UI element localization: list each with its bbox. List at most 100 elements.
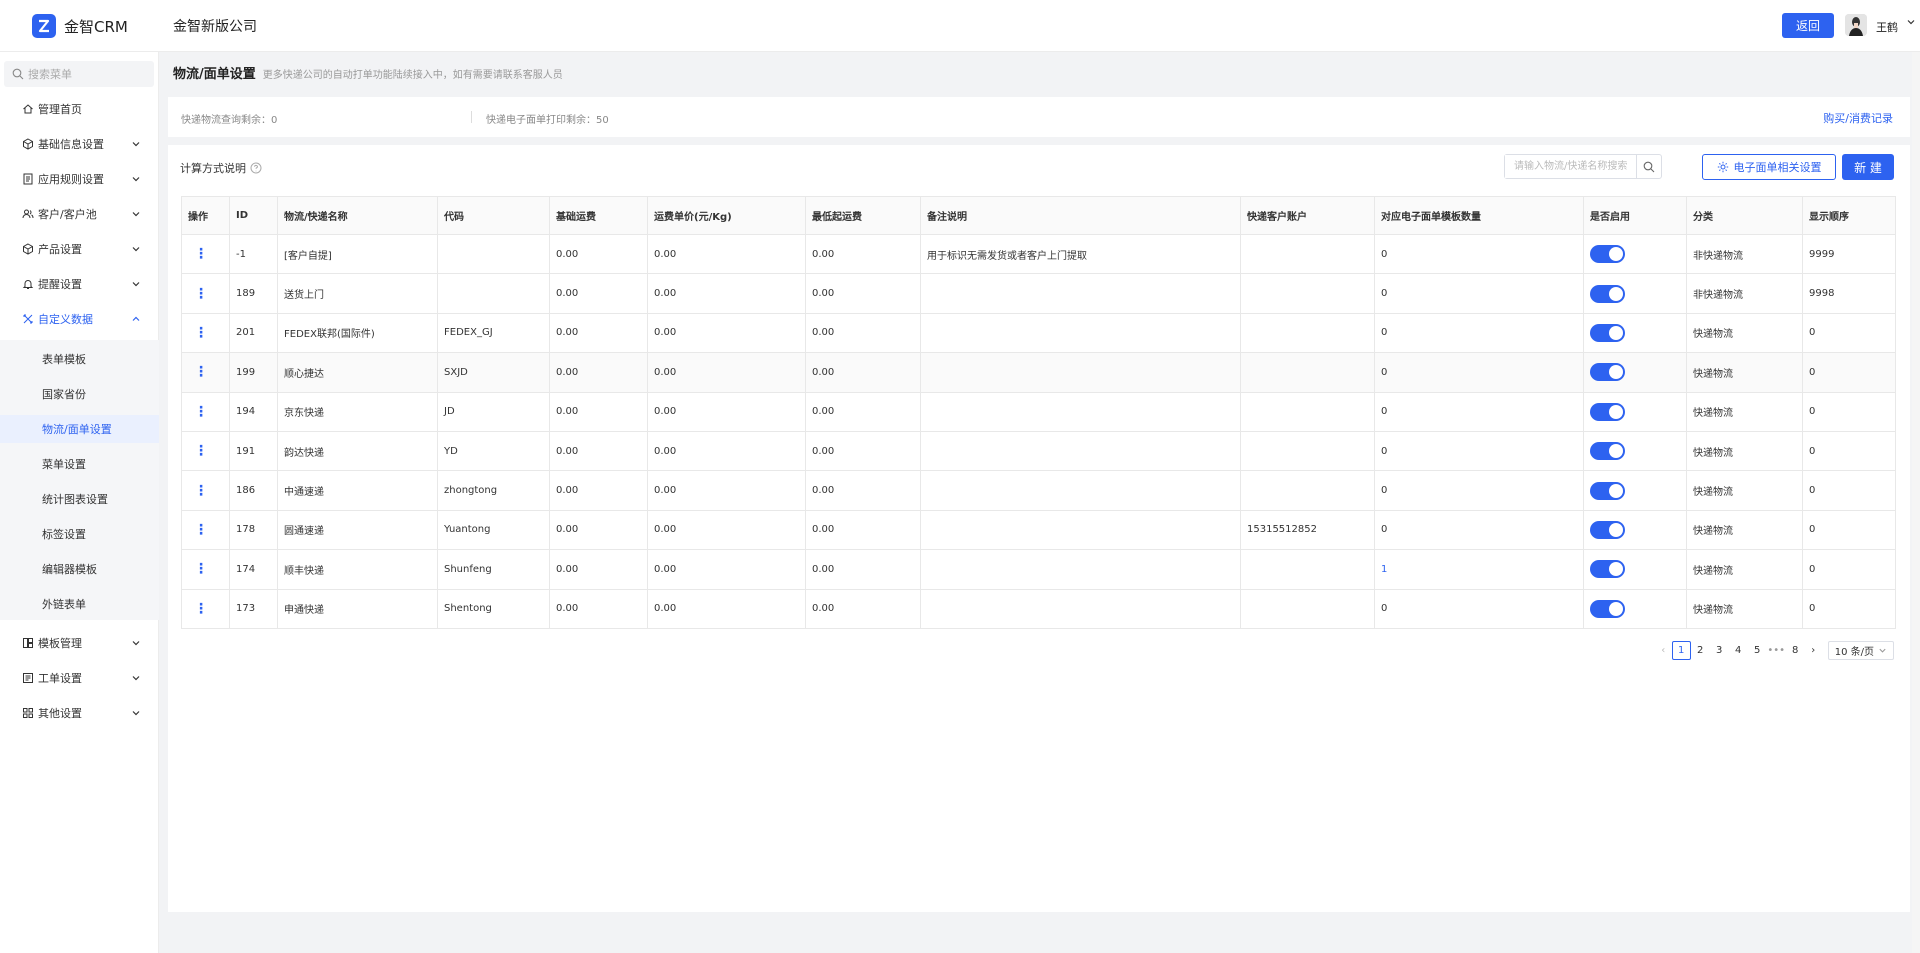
- vertical-scrollbar[interactable]: [1912, 52, 1920, 953]
- sidebar-subitem-charts[interactable]: 统计图表设置: [0, 485, 159, 513]
- enabled-toggle[interactable]: [1590, 560, 1625, 579]
- cell-category: 快递物流: [1686, 391, 1803, 432]
- prev-page-button[interactable]: ‹: [1655, 645, 1672, 656]
- enabled-toggle[interactable]: [1590, 363, 1625, 382]
- menu-search-input[interactable]: [28, 67, 148, 81]
- sidebar-subitem-form-templates[interactable]: 表单模板: [0, 345, 159, 373]
- table-row[interactable]: ⋮ 173 申通快递 Shentong 0.00 0.00 0.00 0 快递物流 0: [181, 588, 1896, 629]
- cell-code: [437, 233, 550, 275]
- cell-base: 0.00: [549, 430, 648, 472]
- calc-method-help[interactable]: 计算方式说明: [180, 160, 262, 176]
- row-actions-menu[interactable]: ⋮: [181, 509, 230, 551]
- sidebar-item-label: 产品设置: [38, 243, 82, 256]
- next-page-button[interactable]: ›: [1805, 645, 1822, 656]
- sidebar-subitem-countries[interactable]: 国家省份: [0, 380, 159, 408]
- table-row[interactable]: ⋮ 194 京东快递 JD 0.00 0.00 0.00 0 快递物流 0: [181, 391, 1896, 432]
- search-icon: [1643, 161, 1655, 172]
- row-actions-menu[interactable]: ⋮: [181, 352, 230, 393]
- chevron-down-icon[interactable]: [1906, 17, 1916, 30]
- row-actions-menu[interactable]: ⋮: [181, 233, 230, 275]
- table-row[interactable]: ⋮ 191 韵达快递 YD 0.00 0.00 0.00 0 快递物流 0: [181, 430, 1896, 472]
- sidebar-subitem-logistics[interactable]: 物流/面单设置: [0, 415, 159, 443]
- sidebar-item-label: 提醒设置: [38, 278, 82, 291]
- cell-id: 199: [229, 352, 278, 393]
- sidebar-item-home[interactable]: 管理首页: [0, 96, 159, 122]
- new-button[interactable]: 新 建: [1842, 154, 1894, 180]
- table-row[interactable]: ⋮ -1 [客户自提] 0.00 0.00 0.00 用于标识无需发货或者客户上门提取 0 非快…: [181, 233, 1896, 275]
- row-actions-menu[interactable]: ⋮: [181, 430, 230, 472]
- avatar[interactable]: [1845, 14, 1867, 36]
- enabled-toggle[interactable]: [1590, 520, 1625, 539]
- enabled-toggle[interactable]: [1590, 442, 1625, 461]
- table-row[interactable]: ⋮ 199 顺心捷达 SXJD 0.00 0.00 0.00 0 快递物流 0: [181, 352, 1896, 393]
- enabled-toggle[interactable]: [1590, 323, 1625, 342]
- sidebar-subitem-external-forms[interactable]: 外链表单: [0, 590, 159, 618]
- enabled-toggle[interactable]: [1590, 481, 1625, 500]
- sidebar-item-label: 管理首页: [38, 103, 82, 116]
- eface-settings-label: 电子面单相关设置: [1733, 161, 1822, 174]
- row-actions-menu[interactable]: ⋮: [181, 588, 230, 629]
- print-quota-label: 快递电子面单打印剩余：: [486, 115, 596, 126]
- table-row[interactable]: ⋮ 201 FEDEX联邦(国际件) FEDEX_GJ 0.00 0.00 0.00 0 快递物…: [181, 312, 1896, 354]
- sidebar-subitem-editor-templates[interactable]: 编辑器模板: [0, 555, 159, 583]
- page-5-button[interactable]: 5: [1748, 641, 1767, 660]
- row-actions-menu[interactable]: ⋮: [181, 391, 230, 432]
- page-3-button[interactable]: 3: [1710, 641, 1729, 660]
- page-1-button[interactable]: 1: [1671, 641, 1691, 660]
- row-actions-menu[interactable]: ⋮: [181, 470, 230, 511]
- cell-templates: 0: [1374, 470, 1584, 511]
- table-row[interactable]: ⋮ 189 送货上门 0.00 0.00 0.00 0 非快递物流 9998: [181, 273, 1896, 314]
- enabled-toggle[interactable]: [1590, 402, 1625, 421]
- gear-icon: [1717, 161, 1728, 173]
- sidebar-item-tickets[interactable]: 工单设置: [0, 665, 159, 691]
- sidebar-item-basic-info[interactable]: 基础信息设置: [0, 131, 159, 157]
- page-ellipsis[interactable]: •••: [1767, 641, 1786, 660]
- logistics-search[interactable]: [1504, 154, 1662, 179]
- page-4-button[interactable]: 4: [1729, 641, 1748, 660]
- sidebar-subitem-menu[interactable]: 菜单设置: [0, 450, 159, 478]
- query-quota-label: 快递物流查询剩余：: [181, 115, 271, 126]
- column-header: 备注说明: [920, 196, 1241, 235]
- enabled-toggle[interactable]: [1590, 599, 1625, 618]
- sidebar-item-label: 客户/客户池: [38, 208, 97, 221]
- app-logo[interactable]: 金智CRM: [32, 14, 128, 38]
- row-actions-menu[interactable]: ⋮: [181, 273, 230, 314]
- row-actions-menu[interactable]: ⋮: [181, 312, 230, 354]
- cell-name: FEDEX联邦(国际件): [277, 312, 438, 354]
- cell-account: [1240, 470, 1375, 511]
- sidebar-item-customers[interactable]: 客户/客户池: [0, 201, 159, 227]
- question-circle-icon[interactable]: [250, 162, 262, 174]
- sidebar-item-custom-data[interactable]: 自定义数据: [0, 306, 159, 332]
- enabled-toggle[interactable]: [1590, 284, 1625, 303]
- cell-id: 186: [229, 470, 278, 511]
- menu-search[interactable]: [4, 61, 154, 87]
- table-row[interactable]: ⋮ 178 圆通速递 Yuantong 0.00 0.00 0.00 15315512852 0…: [181, 509, 1896, 551]
- sidebar-item-reminders[interactable]: 提醒设置: [0, 271, 159, 297]
- user-name[interactable]: 王鹤: [1876, 19, 1898, 35]
- sidebar: 管理首页 基础信息设置 应用规则设置 客户/客户池 产品设置 提醒设置 自定义数…: [0, 52, 159, 953]
- search-button[interactable]: [1636, 155, 1661, 178]
- cell-category: 快递物流: [1686, 549, 1803, 590]
- sidebar-item-other[interactable]: 其他设置: [0, 700, 159, 726]
- cell-templates[interactable]: 1: [1374, 549, 1584, 590]
- divider: [471, 111, 472, 123]
- row-actions-menu[interactable]: ⋮: [181, 549, 230, 590]
- logistics-search-input[interactable]: [1505, 155, 1636, 178]
- cell-order: 0: [1802, 312, 1896, 354]
- app-name: 金智CRM: [64, 17, 128, 36]
- sidebar-subitem-tags[interactable]: 标签设置: [0, 520, 159, 548]
- page-size-select[interactable]: 10 条/页: [1827, 641, 1894, 660]
- enabled-toggle[interactable]: [1590, 245, 1625, 264]
- back-button[interactable]: 返回: [1782, 13, 1834, 38]
- column-header: 分类: [1686, 196, 1803, 235]
- sidebar-item-templates[interactable]: 模板管理: [0, 630, 159, 656]
- sidebar-item-rules[interactable]: 应用规则设置: [0, 166, 159, 192]
- purchase-records-link[interactable]: 购买/消费记录: [1823, 110, 1893, 126]
- table-row[interactable]: ⋮ 174 顺丰快递 Shunfeng 0.00 0.00 0.00 1 快递物流 0: [181, 549, 1896, 590]
- table-row[interactable]: ⋮ 186 中通速递 zhongtong 0.00 0.00 0.00 0 快递物流 0: [181, 470, 1896, 511]
- sidebar-item-products[interactable]: 产品设置: [0, 236, 159, 262]
- cell-min: 0.00: [805, 509, 921, 551]
- page-2-button[interactable]: 2: [1691, 641, 1710, 660]
- eface-settings-button[interactable]: 电子面单相关设置: [1702, 154, 1836, 180]
- last-page-button[interactable]: 8: [1786, 641, 1805, 660]
